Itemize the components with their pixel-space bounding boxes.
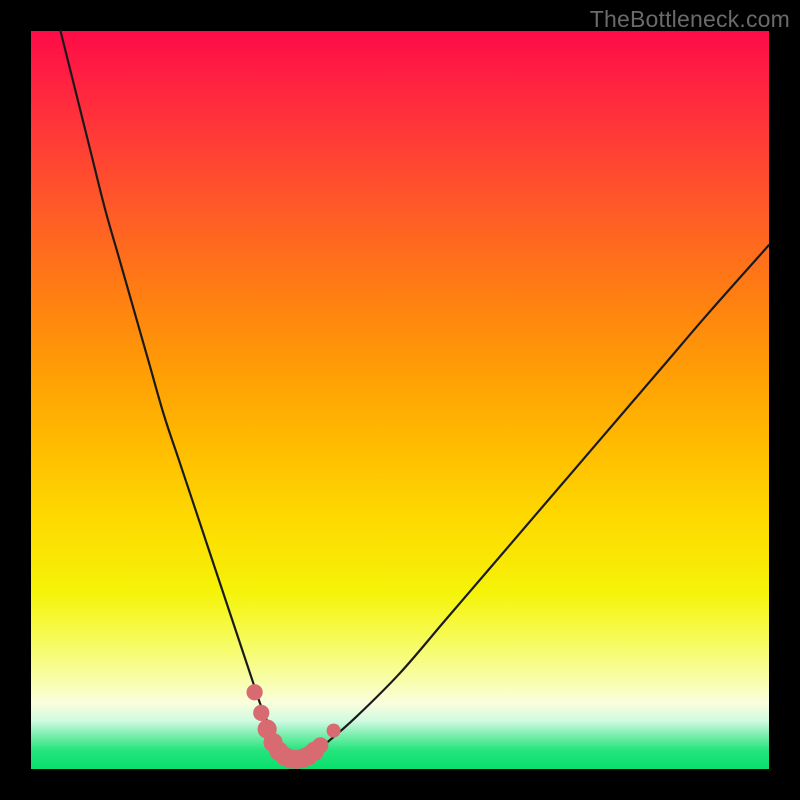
marker-group <box>246 684 340 769</box>
valley-marker <box>246 684 262 700</box>
valley-marker <box>312 737 328 753</box>
watermark-text: TheBottleneck.com <box>590 6 790 33</box>
bottleneck-curve <box>61 31 769 758</box>
plot-area <box>31 31 769 769</box>
valley-marker <box>253 705 269 721</box>
outer-frame: TheBottleneck.com <box>0 0 800 800</box>
valley-marker <box>327 724 341 738</box>
chart-svg <box>31 31 769 769</box>
